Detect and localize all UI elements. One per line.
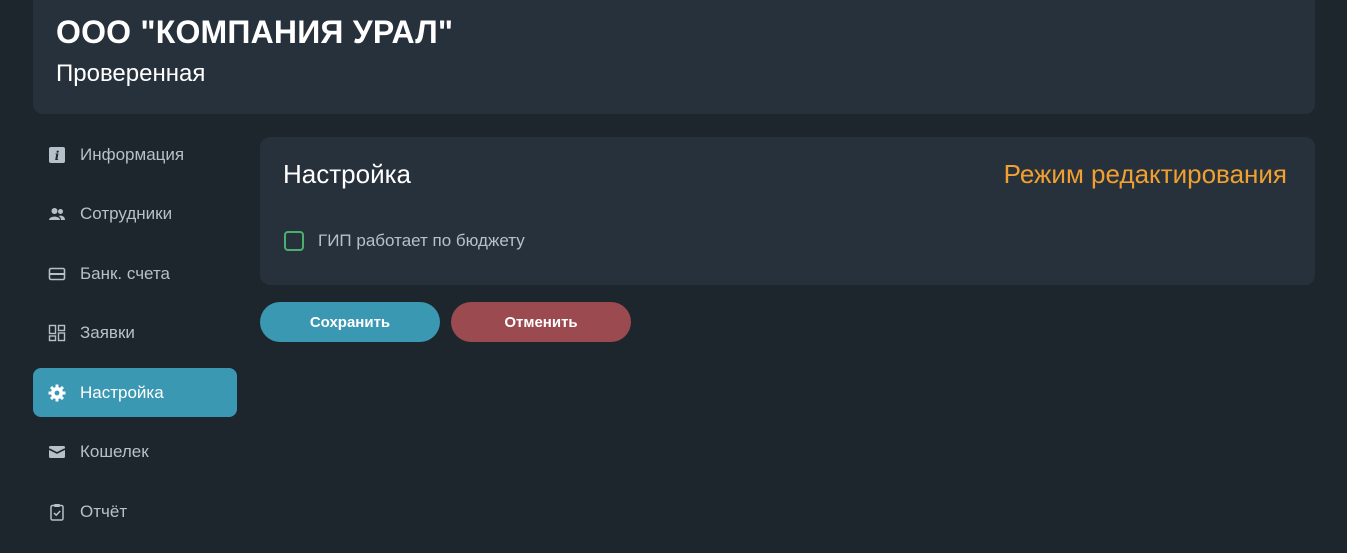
sidebar-item-label: Сотрудники	[80, 204, 173, 224]
grid-icon	[48, 324, 66, 342]
sidebar-item-settings[interactable]: Настройка	[33, 368, 237, 418]
edit-mode-link[interactable]: Режим редактирования	[1004, 159, 1287, 190]
sidebar-item-label: Настройка	[80, 382, 164, 402]
sidebar-nav: i Информация Сотрудники Банк. счета Заяв…	[33, 130, 237, 547]
company-name: ООО "КОМПАНИЯ УРАЛ"	[56, 14, 454, 50]
save-button[interactable]: Сохранить	[260, 302, 440, 342]
clipboard-icon	[48, 503, 66, 521]
budget-checkbox[interactable]	[284, 231, 304, 251]
budget-checkbox-label: ГИП работает по бюджету	[318, 231, 525, 250]
settings-panel: Настройка Режим редактирования ГИП работ…	[260, 137, 1315, 285]
info-icon: i	[48, 146, 66, 164]
company-status: Проверенная	[56, 60, 206, 87]
panel-title: Настройка	[283, 159, 411, 189]
svg-text:i: i	[55, 149, 60, 163]
gear-icon	[48, 384, 66, 402]
budget-checkbox-row[interactable]: ГИП работает по бюджету	[284, 231, 525, 251]
card-icon	[48, 265, 66, 283]
people-icon	[48, 205, 66, 223]
cancel-button[interactable]: Отменить	[451, 302, 631, 342]
company-header: ООО "КОМПАНИЯ УРАЛ" Проверенная	[33, 0, 1315, 114]
sidebar-item-label: Кошелек	[80, 442, 149, 462]
sidebar-item-label: Заявки	[80, 323, 135, 343]
sidebar-item-requests[interactable]: Заявки	[33, 309, 237, 358]
sidebar-item-label: Информация	[80, 144, 185, 164]
sidebar-item-wallet[interactable]: Кошелек	[33, 428, 237, 477]
sidebar-item-label: Банк. счета	[80, 263, 170, 283]
wallet-icon	[48, 443, 66, 461]
sidebar-item-label: Отчёт	[80, 502, 128, 522]
sidebar-item-report[interactable]: Отчёт	[33, 488, 237, 537]
sidebar-item-bank-accounts[interactable]: Банк. счета	[33, 249, 237, 298]
sidebar-item-info[interactable]: i Информация	[33, 130, 237, 179]
sidebar-item-employees[interactable]: Сотрудники	[33, 190, 237, 239]
